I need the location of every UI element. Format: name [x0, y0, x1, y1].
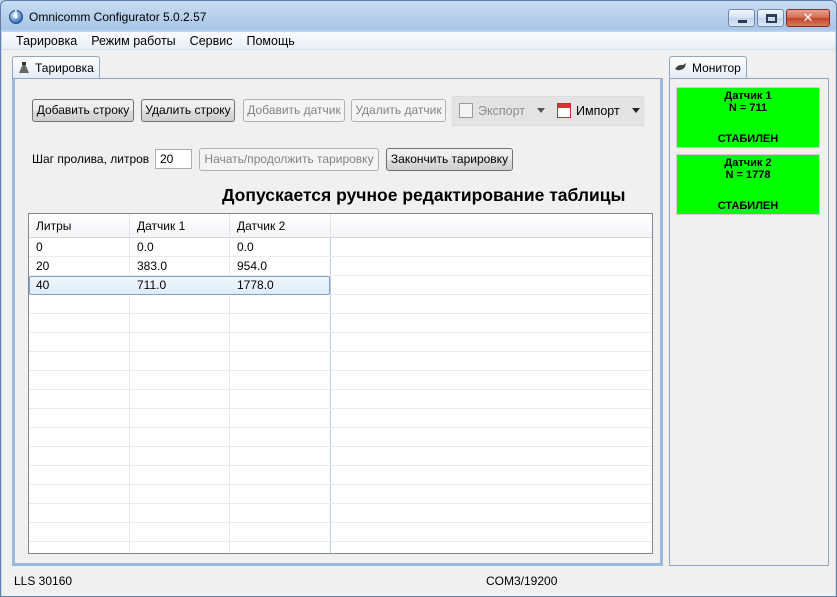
export-import-toolbar: Экспорт Импорт	[452, 96, 644, 126]
table-cell[interactable]: 0.0	[130, 238, 230, 257]
window-controls: ✕	[728, 9, 830, 27]
column-header-liters[interactable]: Литры	[29, 214, 130, 238]
import-label: Импорт	[576, 103, 620, 118]
table-row[interactable]	[29, 371, 652, 390]
manual-edit-note: Допускается ручное редактирование таблиц…	[222, 185, 626, 205]
export-icon	[459, 103, 473, 118]
export-button[interactable]: Экспорт	[459, 103, 545, 118]
table-row[interactable]	[29, 352, 652, 371]
sensor-value: N = 711	[728, 102, 768, 114]
tab-calibration[interactable]: Тарировка	[12, 56, 100, 78]
column-header-sensor-2[interactable]: Датчик 2	[230, 214, 331, 238]
menu-service[interactable]: Сервис	[183, 32, 240, 49]
maximize-button[interactable]	[757, 9, 784, 27]
status-bar: LLS 30160 COM3/19200	[2, 569, 835, 596]
client-area: Тарировка Добавить строку Удалить строку…	[2, 50, 835, 596]
port-status: COM3/19200	[486, 574, 558, 588]
table-row[interactable]	[29, 390, 652, 409]
minimize-button[interactable]	[728, 9, 755, 27]
title-bar[interactable]: Omnicomm Configurator 5.0.2.57 ✕	[1, 1, 836, 31]
import-icon	[557, 103, 571, 118]
close-button[interactable]: ✕	[786, 9, 830, 27]
table-row[interactable]: 20 383.0 954.0	[29, 257, 652, 276]
sensor-name: Датчик 2	[724, 157, 772, 169]
sensor-1-card: Датчик 1 N = 711 СТАБИЛЕН	[676, 87, 820, 148]
table-cell[interactable]: 711.0	[130, 276, 230, 295]
tab-monitor-label: Монитор	[692, 60, 741, 75]
app-icon	[9, 10, 23, 24]
table-row[interactable]	[29, 485, 652, 504]
calibration-panel: Добавить строку Удалить строку Добавить …	[12, 78, 663, 566]
table-cell[interactable]: 0	[29, 238, 129, 257]
monitor-panel: Датчик 1 N = 711 СТАБИЛЕН Датчик 2 N = 1…	[669, 78, 829, 566]
menu-mode[interactable]: Режим работы	[84, 32, 182, 49]
sensor-status: СТАБИЛЕН	[717, 133, 779, 145]
table-row[interactable]	[29, 428, 652, 447]
table-row[interactable]	[29, 333, 652, 352]
step-input[interactable]: 20	[155, 149, 192, 169]
menu-bar: Тарировка Режим работы Сервис Помощь	[2, 32, 835, 50]
chevron-down-icon[interactable]	[536, 108, 545, 113]
table-row[interactable]	[29, 523, 652, 542]
table-row[interactable]	[29, 504, 652, 523]
window-title: Omnicomm Configurator 5.0.2.57	[29, 10, 207, 24]
minimize-icon	[738, 20, 747, 23]
table-cell[interactable]: 954.0	[230, 257, 330, 276]
table-row[interactable]	[29, 295, 652, 314]
device-status: LLS 30160	[14, 574, 73, 588]
table-cell[interactable]: 1778.0	[230, 276, 330, 295]
menu-help[interactable]: Помощь	[239, 32, 301, 49]
table-cell[interactable]: 0.0	[230, 238, 330, 257]
add-row-button[interactable]: Добавить строку	[32, 99, 134, 122]
chevron-down-icon[interactable]	[631, 108, 640, 113]
table-row[interactable]: 40 711.0 1778.0	[29, 276, 652, 295]
finish-calibration-button[interactable]: Закончить тарировку	[386, 148, 513, 171]
monitor-icon	[674, 61, 688, 75]
maximize-icon	[766, 14, 777, 23]
close-icon: ✕	[802, 10, 814, 25]
sensor-status: СТАБИЛЕН	[717, 200, 779, 212]
table-header: Литры Датчик 1 Датчик 2	[29, 214, 652, 238]
tab-calibration-label: Тарировка	[35, 60, 94, 75]
table-row[interactable]	[29, 447, 652, 466]
delete-sensor-button[interactable]: Удалить датчик	[351, 99, 446, 122]
add-sensor-button[interactable]: Добавить датчик	[243, 99, 345, 122]
table-row[interactable]	[29, 409, 652, 428]
delete-row-button[interactable]: Удалить строку	[141, 99, 235, 122]
sensor-name: Датчик 1	[724, 90, 772, 102]
export-label: Экспорт	[478, 103, 525, 118]
table-row[interactable]	[29, 314, 652, 333]
menu-calibration[interactable]: Тарировка	[9, 32, 84, 49]
table-row[interactable]	[29, 466, 652, 485]
start-calibration-button[interactable]: Начать/продолжить тарировку	[199, 148, 379, 171]
table-cell[interactable]: 40	[29, 276, 129, 295]
table-cell[interactable]: 383.0	[130, 257, 230, 276]
import-button[interactable]: Импорт	[557, 103, 640, 118]
table-cell[interactable]: 20	[29, 257, 129, 276]
column-header-sensor-1[interactable]: Датчик 1	[130, 214, 230, 238]
calibration-icon	[17, 61, 31, 75]
sensor-2-card: Датчик 2 N = 1778 СТАБИЛЕН	[676, 154, 820, 215]
table-row[interactable]: 0 0.0 0.0	[29, 238, 652, 257]
tab-monitor[interactable]: Монитор	[669, 56, 747, 78]
sensor-value: N = 1778	[725, 169, 771, 181]
calibration-table[interactable]: Литры Датчик 1 Датчик 2 0 0.0 0.0 20 383.0 95…	[28, 213, 653, 554]
app-window: Omnicomm Configurator 5.0.2.57 ✕ Тариров…	[0, 0, 837, 597]
step-label: Шаг пролива, литров	[32, 152, 150, 166]
